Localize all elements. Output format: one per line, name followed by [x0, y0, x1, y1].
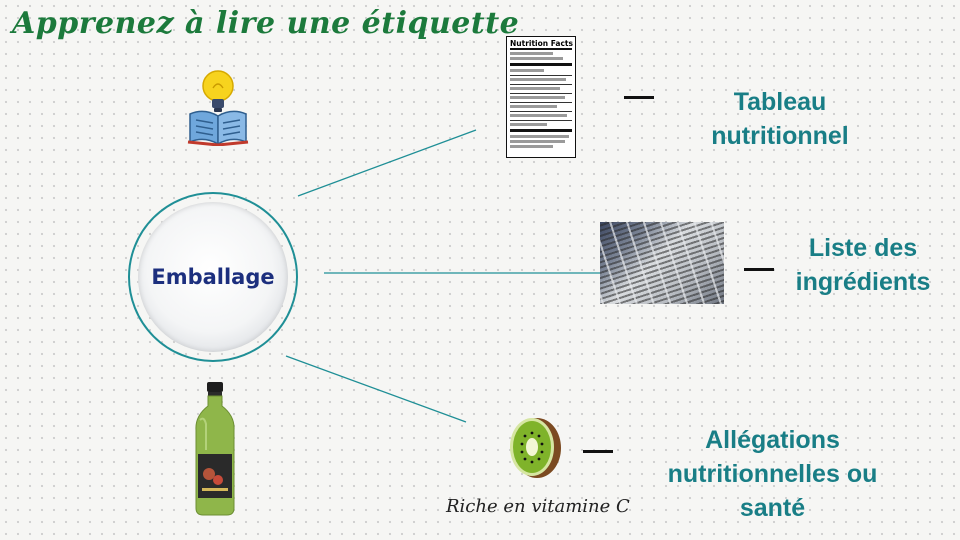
branch-label-tableau: Tableau nutritionnel [711, 88, 849, 150]
connector-allegations [285, 355, 467, 423]
hub-plate: Emballage [138, 202, 288, 352]
claim-caption: Riche en vitamine C [446, 496, 630, 517]
hub-label: Emballage [151, 265, 275, 289]
juice-bottle-icon [195, 382, 235, 516]
ingredients-list-image [600, 222, 724, 304]
dash-tableau [624, 96, 654, 99]
branch-label-liste: Liste des ingrédients [795, 234, 931, 296]
connector-tableau [297, 129, 477, 197]
hub-circle: Emballage [128, 192, 298, 362]
dash-allegations [583, 450, 613, 453]
nutrition-facts-heading: Nutrition Facts [510, 39, 573, 50]
branch-label-allegations: Allégations nutritionnelles ou santé [667, 426, 878, 522]
kiwi-icon [510, 418, 561, 478]
nutrition-facts-image: Nutrition Facts [506, 36, 576, 158]
